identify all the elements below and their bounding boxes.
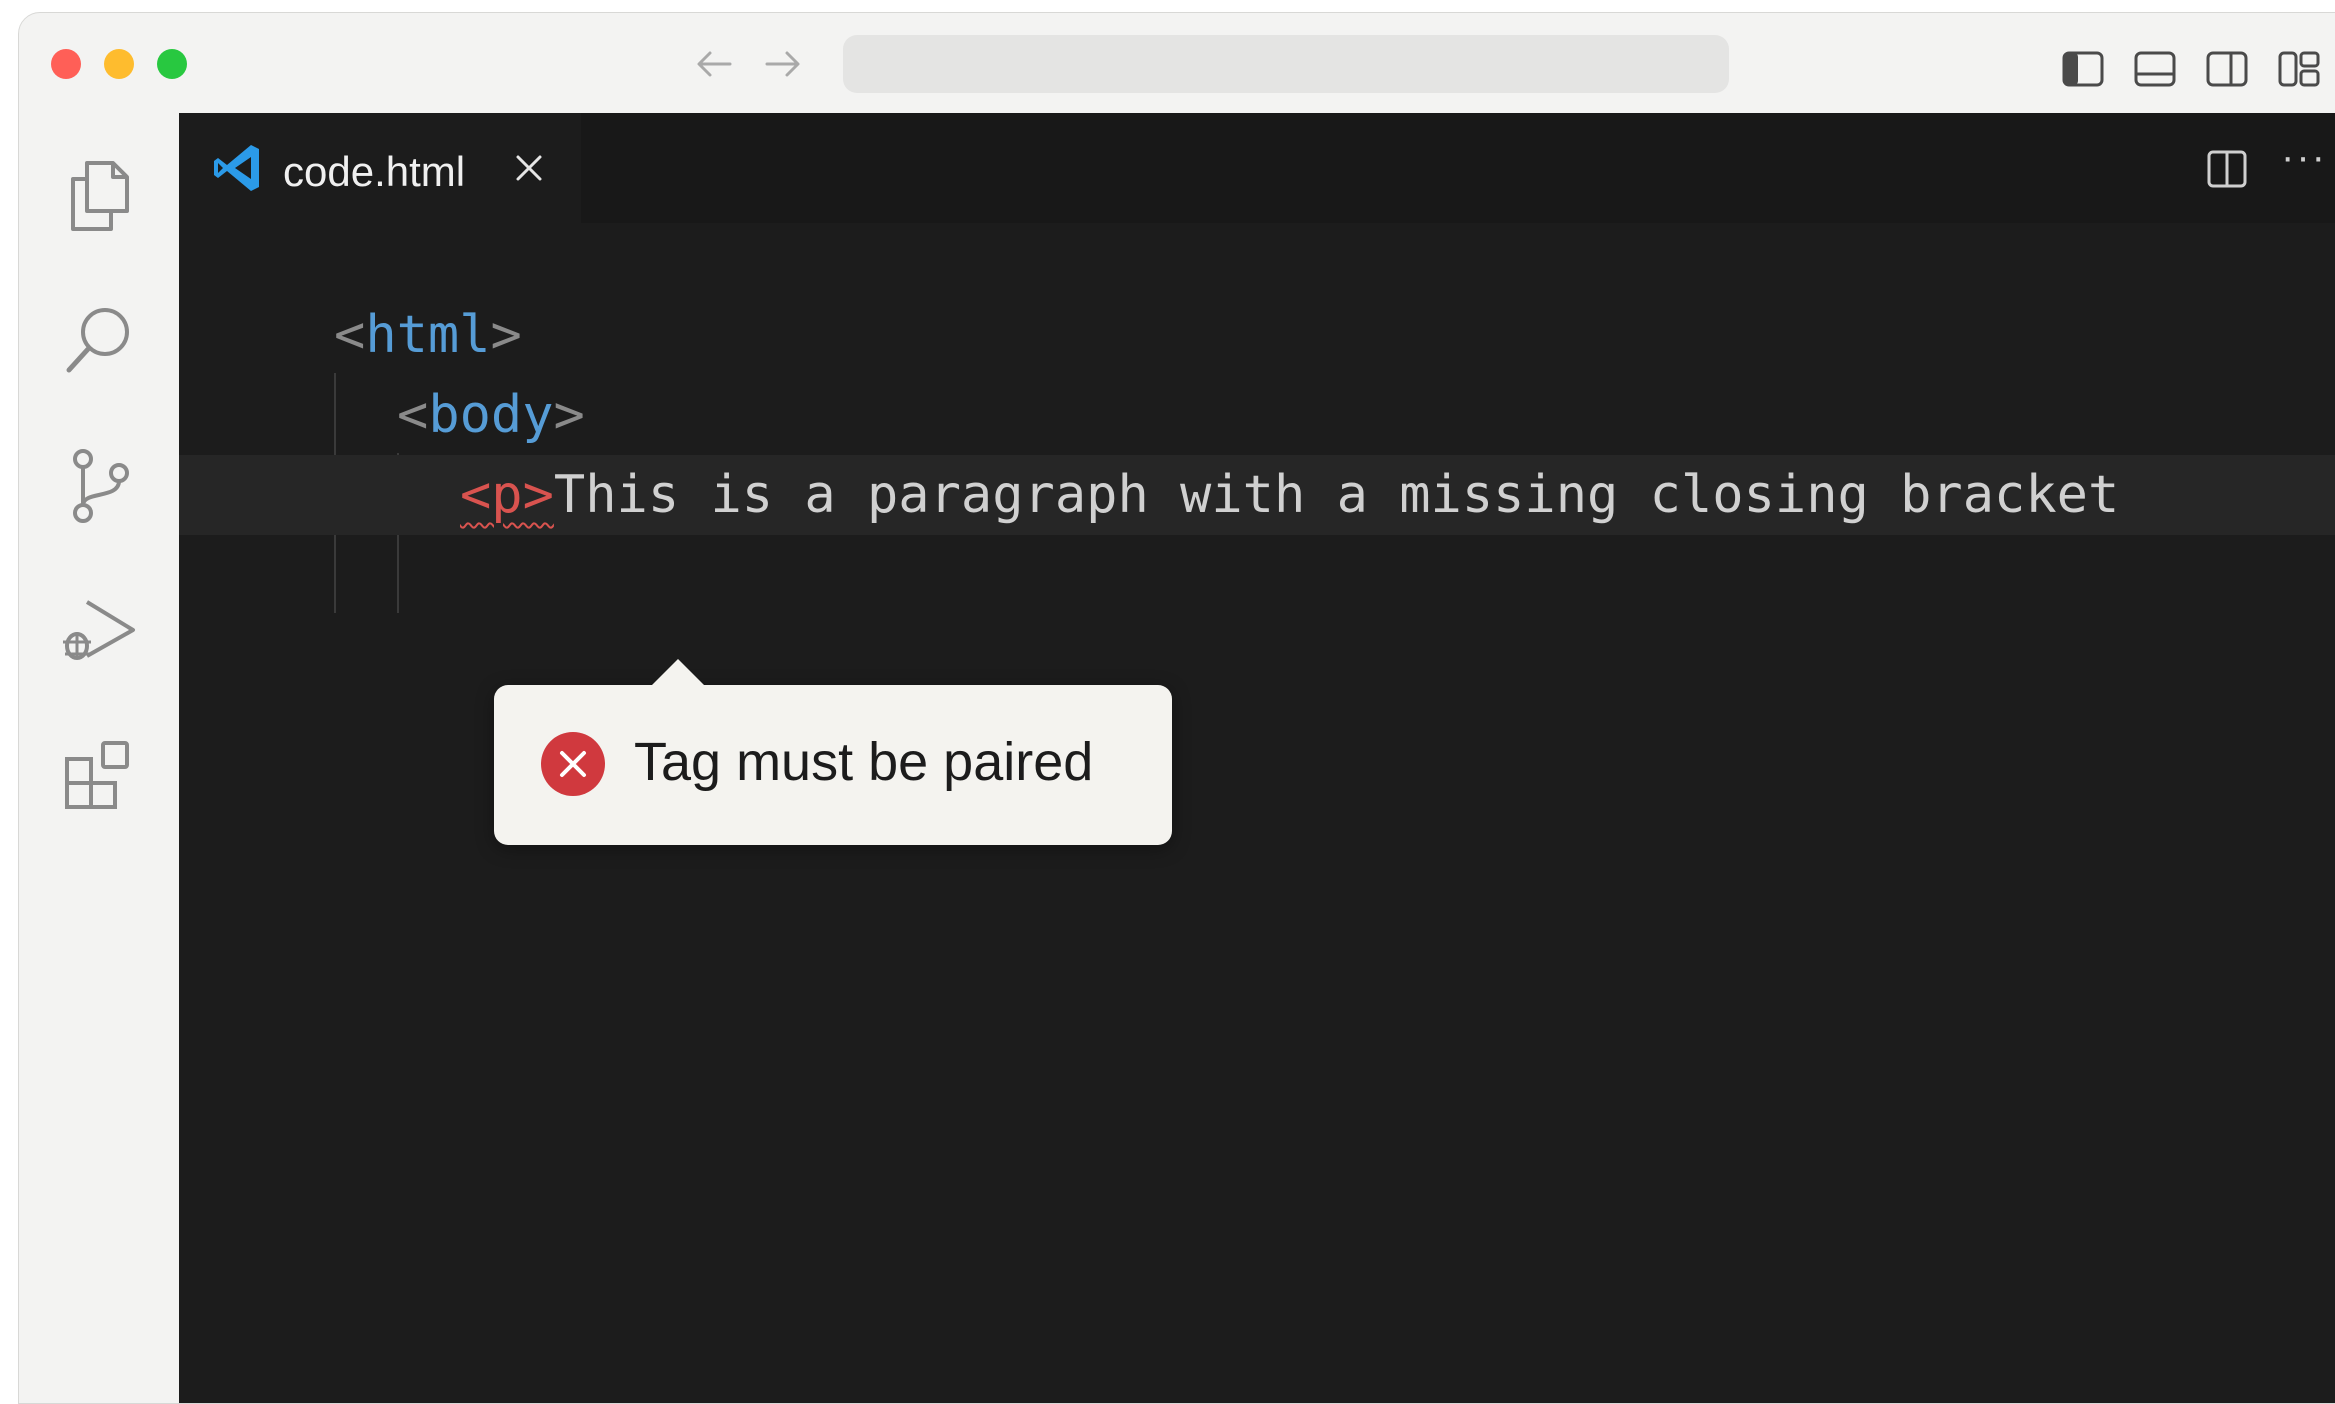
error-icon [541, 732, 605, 796]
tab-label: code.html [283, 148, 466, 195]
activity-bar [19, 113, 179, 1403]
close-icon[interactable] [511, 150, 547, 186]
toggle-primary-sidebar-icon[interactable] [2061, 49, 2105, 89]
command-center-search[interactable] [843, 35, 1729, 93]
toggle-secondary-sidebar-icon[interactable] [2205, 49, 2249, 89]
close-window-button[interactable] [51, 49, 81, 79]
maximize-window-button[interactable] [157, 49, 187, 79]
search-icon[interactable] [57, 298, 141, 382]
code-line-1: <html> [334, 305, 522, 365]
title-bar [19, 13, 2335, 113]
code-line-3: <p>This is a paragraph with a missing cl… [179, 455, 2335, 535]
error-hover-popup: Tag must be paired [494, 659, 1172, 845]
code-line-2: <body> [397, 385, 585, 445]
app-window: code.html ··· <html> <body> <p>This is a [18, 12, 2335, 1404]
explorer-icon[interactable] [57, 153, 141, 237]
tab-code-html[interactable]: code.html [179, 113, 581, 223]
customize-layout-icon[interactable] [2277, 49, 2321, 89]
minimize-window-button[interactable] [104, 49, 134, 79]
error-tag[interactable]: <p> [460, 465, 554, 525]
run-debug-icon[interactable] [57, 588, 141, 672]
error-message: Tag must be paired [634, 732, 1094, 792]
tab-bar: code.html ··· [179, 113, 2335, 223]
toggle-panel-icon[interactable] [2133, 49, 2177, 89]
more-actions-icon[interactable]: ··· [2281, 135, 2327, 180]
hover-pointer [652, 659, 704, 685]
source-control-icon[interactable] [57, 443, 141, 527]
vscode-logo-icon [214, 145, 259, 191]
arrow-left-icon[interactable] [694, 47, 734, 81]
extensions-icon[interactable] [57, 733, 141, 817]
editor-area: code.html ··· <html> <body> <p>This is a [179, 113, 2335, 1403]
split-editor-icon[interactable] [2205, 147, 2249, 191]
arrow-right-icon[interactable] [763, 47, 803, 81]
